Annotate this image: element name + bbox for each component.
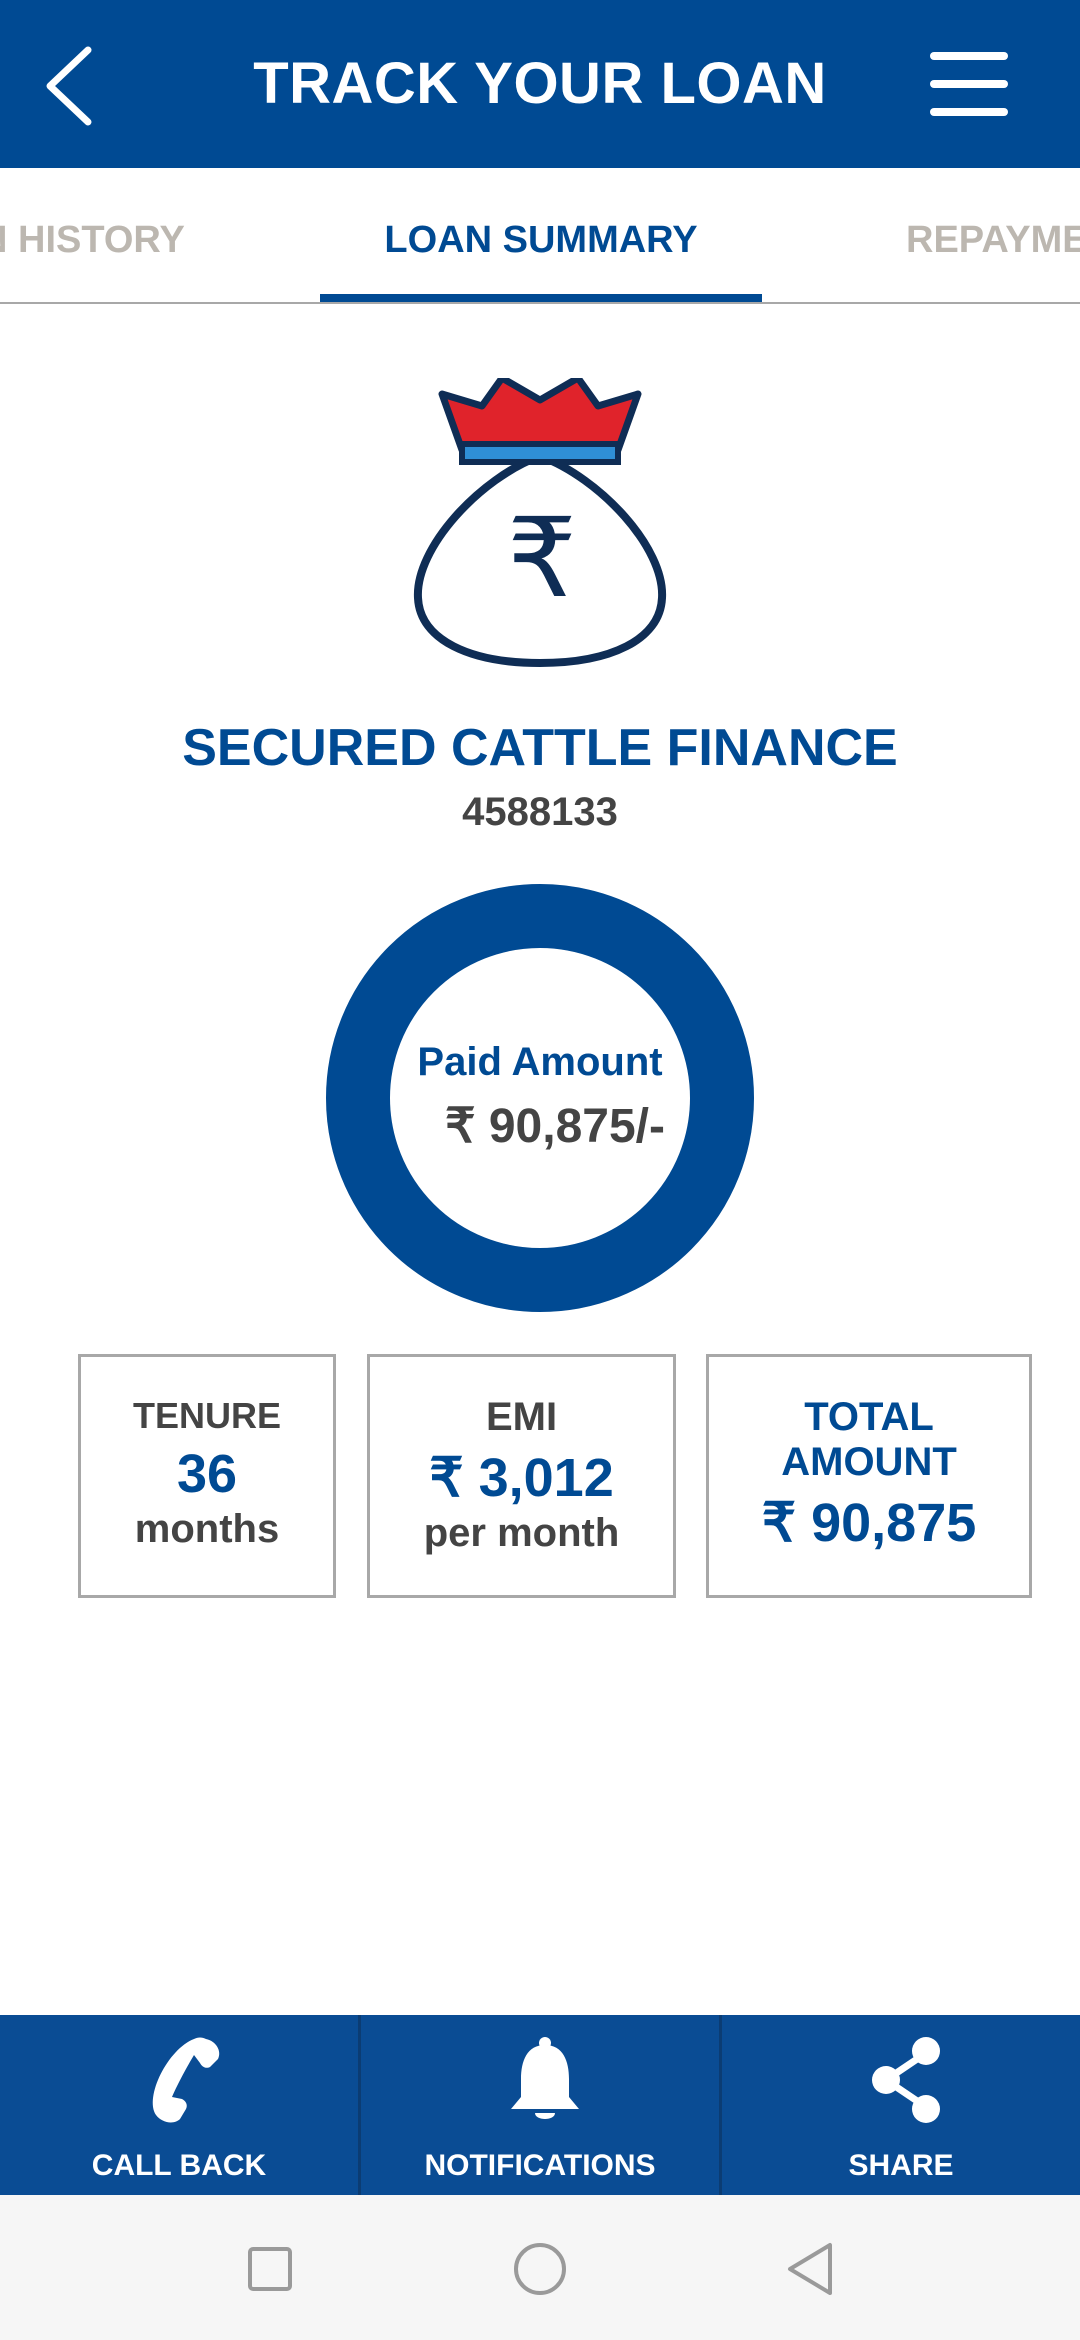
system-navigation-bar [0,2195,1080,2340]
emi-label: EMI [485,1395,558,1439]
emi-card: EMI ₹ 3,012 per month [367,1354,676,1598]
notifications-button[interactable]: NOTIFICATIONS [361,2015,719,2195]
tab-bar: N HISTORY LOAN SUMMARY REPAYMEN [0,168,1080,304]
share-label: SHARE [848,2149,954,2182]
share-icon [872,2037,940,2123]
tenure-unit: months [134,1507,280,1551]
loan-account-number: 4588133 [462,790,618,834]
share-button[interactable]: SHARE [722,2015,1080,2195]
back-button[interactable] [40,40,130,130]
app-header: TRACK YOUR LOAN [0,0,1080,168]
chevron-left-icon [46,46,92,126]
bell-icon [511,2037,579,2119]
tab-history[interactable]: N HISTORY [0,168,185,302]
paid-amount-label: Paid Amount [417,1040,663,1084]
page-title: TRACK YOUR LOAN [253,51,827,116]
recent-apps-button[interactable] [240,2239,300,2299]
paid-amount-value: ₹ 90,875/- [444,1100,665,1153]
notifications-label: NOTIFICATIONS [424,2149,656,2182]
money-bag-icon: ₹ [413,378,667,668]
svg-text:₹: ₹ [507,494,577,622]
bottom-action-bar: CALL BACK NOTIFICATIONS SHARE [0,2015,1080,2195]
tab-loan-summary[interactable]: LOAN SUMMARY [320,168,762,302]
system-back-button[interactable] [780,2239,840,2299]
active-tab-indicator [320,294,762,302]
tenure-card: TENURE 36 months [78,1354,336,1598]
emi-unit: per month [423,1511,620,1555]
total-amount-value: ₹ 90,875 [761,1493,977,1553]
emi-value: ₹ 3,012 [429,1448,614,1508]
total-amount-label-line2: AMOUNT [781,1440,957,1484]
menu-button[interactable] [920,44,1020,124]
tab-repayment[interactable]: REPAYMEN [906,168,1080,302]
tenure-label: TENURE [132,1395,281,1436]
call-back-button[interactable]: CALL BACK [0,2015,358,2195]
tenure-value: 36 [176,1444,238,1504]
hamburger-menu-icon [930,52,1008,116]
home-button[interactable] [510,2239,570,2299]
phone-icon [152,2037,220,2123]
loan-product-name: SECURED CATTLE FINANCE [182,719,898,777]
total-amount-label-line1: TOTAL [804,1395,934,1439]
call-back-label: CALL BACK [91,2149,267,2182]
total-amount-card: TOTAL AMOUNT ₹ 90,875 [706,1354,1032,1598]
